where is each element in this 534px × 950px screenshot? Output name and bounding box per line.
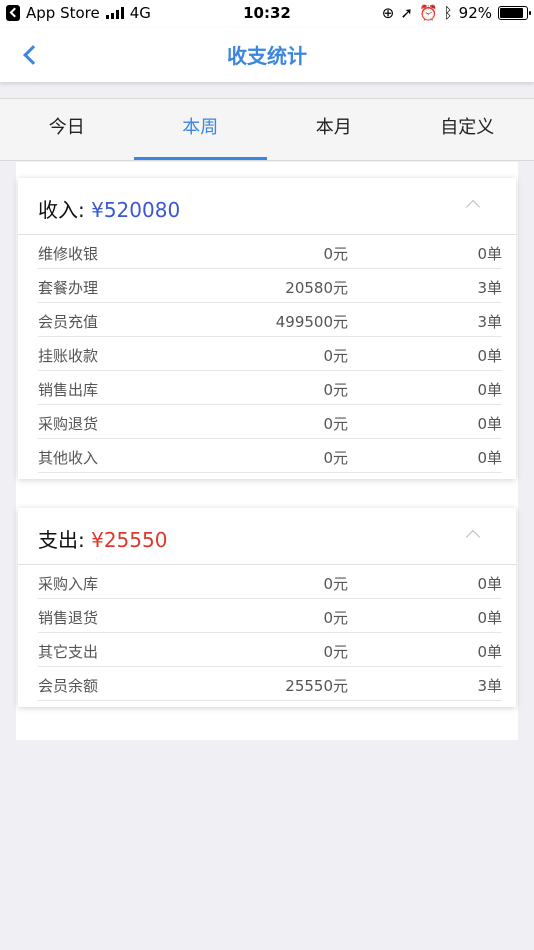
row-name: 会员余额 <box>38 677 99 695</box>
row-count: 0单 <box>477 643 502 661</box>
row-money: 0元 <box>323 347 348 365</box>
table-row: 销售退货 0元 0单 <box>38 599 502 633</box>
table-row: 套餐办理 20580元 3单 <box>38 269 502 303</box>
row-money: 0元 <box>323 381 348 399</box>
tab-this-month[interactable]: 本月 <box>267 99 401 160</box>
row-money: 25550元 <box>285 677 348 695</box>
row-money: 0元 <box>323 609 348 627</box>
row-money: 0元 <box>323 449 348 467</box>
table-row: 维修收银 0元 0单 <box>38 235 502 269</box>
alarm-icon: ⏰ <box>418 4 438 22</box>
table-row: 会员充值 499500元 3单 <box>38 303 502 337</box>
row-money: 0元 <box>323 415 348 433</box>
row-money: 20580元 <box>285 279 348 297</box>
row-count: 0单 <box>477 381 502 399</box>
row-count: 3单 <box>477 677 502 695</box>
expense-label: 支出: <box>38 528 92 552</box>
row-count: 0单 <box>477 609 502 627</box>
row-count: 0单 <box>477 575 502 593</box>
table-row: 其他收入 0元 0单 <box>38 439 502 473</box>
chevron-up-icon[interactable] <box>465 529 481 545</box>
tab-this-week[interactable]: 本周 <box>133 99 268 160</box>
row-name: 其他收入 <box>38 449 99 467</box>
expense-card: 支出: ¥25550 采购入库 0元 0单 销售退货 0元 0单 其它支出 0元… <box>18 508 516 707</box>
income-card: 收入: ¥520080 维修收银 0元 0单 套餐办理 20580元 3单 会员… <box>18 178 516 479</box>
income-rows: 维修收银 0元 0单 套餐办理 20580元 3单 会员充值 499500元 3… <box>18 235 516 479</box>
income-amount: ¥520080 <box>91 198 181 222</box>
tab-today[interactable]: 今日 <box>0 99 134 160</box>
table-row: 挂账收款 0元 0单 <box>38 337 502 371</box>
row-name: 会员充值 <box>38 313 99 331</box>
row-count: 3单 <box>477 313 502 331</box>
navigation-bar: 收支统计 <box>0 28 534 82</box>
row-name: 维修收银 <box>38 245 99 263</box>
table-row: 其它支出 0元 0单 <box>38 633 502 667</box>
row-name: 采购入库 <box>38 575 99 593</box>
row-name: 其它支出 <box>38 643 99 661</box>
row-money: 0元 <box>323 643 348 661</box>
location-icon: ➚ <box>400 4 413 22</box>
row-name: 销售退货 <box>38 609 99 627</box>
period-tabs: 今日 本周 本月 自定义 <box>0 98 534 161</box>
table-row: 采购退货 0元 0单 <box>38 405 502 439</box>
table-row: 销售出库 0元 0单 <box>38 371 502 405</box>
table-row: 采购入库 0元 0单 <box>38 565 502 599</box>
row-money: 0元 <box>323 575 348 593</box>
page-title: 收支统计 <box>227 44 307 68</box>
row-count: 0单 <box>477 347 502 365</box>
row-name: 采购退货 <box>38 415 99 433</box>
table-row: 会员余额 25550元 3单 <box>38 667 502 701</box>
income-title: 收入: ¥520080 <box>38 194 180 223</box>
row-money: 0元 <box>323 245 348 263</box>
row-count: 0单 <box>477 415 502 433</box>
row-count: 0单 <box>477 245 502 263</box>
row-money: 499500元 <box>275 313 348 331</box>
bluetooth-icon: ᛒ <box>443 4 453 22</box>
battery-icon <box>498 6 531 20</box>
row-count: 3单 <box>477 279 502 297</box>
content-area: 收入: ¥520080 维修收银 0元 0单 套餐办理 20580元 3单 会员… <box>16 162 518 740</box>
tab-custom[interactable]: 自定义 <box>401 99 534 160</box>
row-name: 挂账收款 <box>38 347 99 365</box>
row-name: 销售出库 <box>38 381 99 399</box>
expense-rows: 采购入库 0元 0单 销售退货 0元 0单 其它支出 0元 0单 会员余额 25… <box>18 565 516 707</box>
expense-title: 支出: ¥25550 <box>38 524 167 553</box>
expense-amount: ¥25550 <box>91 528 168 552</box>
battery-percent: 92% <box>458 4 492 22</box>
income-label: 收入: <box>38 198 92 222</box>
status-bar: App Store 4G 10:32 ⊕ ➚ ⏰ ᛒ 92% <box>0 0 534 28</box>
row-count: 0单 <box>477 449 502 467</box>
status-right: ⊕ ➚ ⏰ ᛒ 92% <box>381 4 531 22</box>
chevron-up-icon[interactable] <box>465 199 481 215</box>
row-name: 套餐办理 <box>38 279 99 297</box>
income-header[interactable]: 收入: ¥520080 <box>18 178 516 235</box>
lock-rotation-icon: ⊕ <box>381 4 395 22</box>
expense-header[interactable]: 支出: ¥25550 <box>18 508 516 565</box>
